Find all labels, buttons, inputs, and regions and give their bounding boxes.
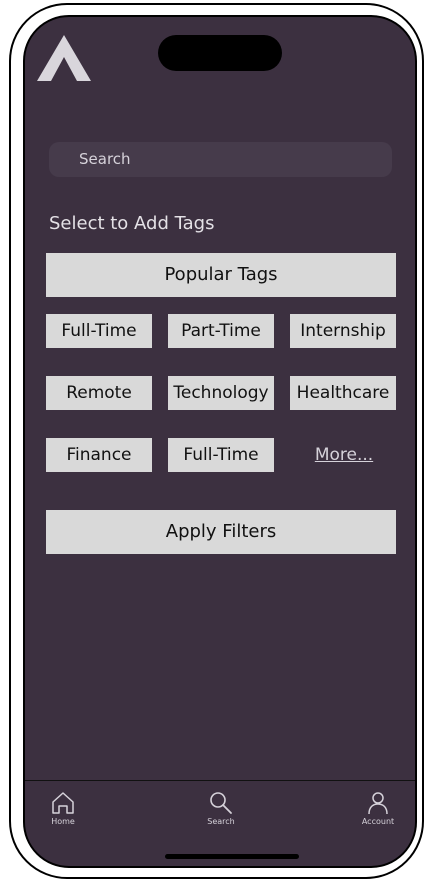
search-input[interactable]: Search: [49, 142, 392, 177]
home-indicator[interactable]: [165, 854, 299, 859]
nav-search-label: Search: [207, 817, 235, 826]
tag-remote[interactable]: Remote: [46, 376, 152, 410]
more-tags-link[interactable]: More...: [292, 438, 396, 472]
tag-full-time[interactable]: Full-Time: [46, 314, 152, 348]
tag-technology[interactable]: Technology: [168, 376, 274, 410]
nav-search[interactable]: Search: [191, 790, 251, 826]
popular-tags-button[interactable]: Popular Tags: [46, 253, 396, 297]
section-label: Select to Add Tags: [49, 213, 215, 234]
camera-notch: [158, 35, 282, 71]
nav-account-label: Account: [361, 817, 395, 826]
apply-filters-button[interactable]: Apply Filters: [46, 510, 396, 554]
tag-healthcare[interactable]: Healthcare: [290, 376, 396, 410]
tag-part-time[interactable]: Part-Time: [168, 314, 274, 348]
tag-finance[interactable]: Finance: [46, 438, 152, 472]
search-placeholder: Search: [79, 150, 131, 168]
tag-internship[interactable]: Internship: [290, 314, 396, 348]
nav-account[interactable]: Account: [348, 790, 408, 826]
search-icon: [210, 792, 232, 814]
tag-full-time-2[interactable]: Full-Time: [168, 438, 274, 472]
app-logo-icon: [37, 35, 91, 81]
tab-bar-divider: [25, 780, 415, 781]
nav-home[interactable]: Home: [33, 790, 93, 826]
home-icon: [52, 792, 74, 814]
account-icon: [368, 792, 388, 815]
nav-home-label: Home: [51, 817, 75, 826]
